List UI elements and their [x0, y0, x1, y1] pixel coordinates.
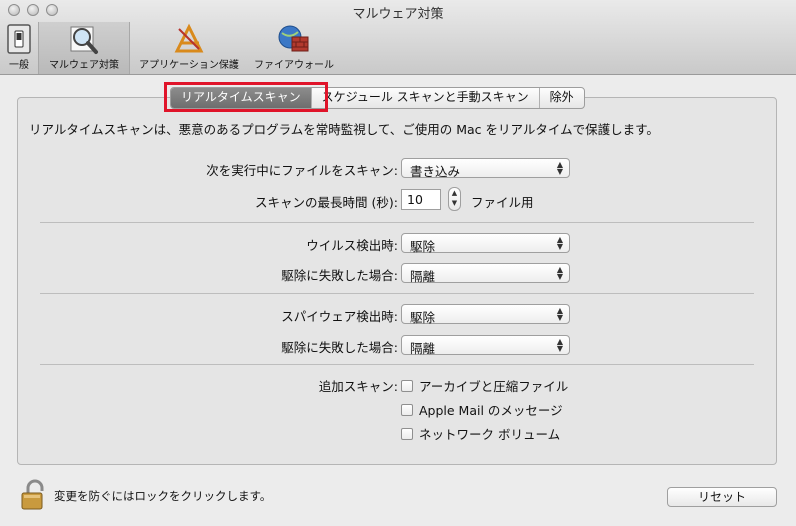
toolbar-label-antimalware: マルウェア対策 — [49, 60, 119, 71]
description-text: リアルタイムスキャンは、悪意のあるプログラムを常時監視して、ご使用の Mac を… — [29, 122, 659, 137]
toolbar-label-firewall: ファイアウォール — [254, 60, 334, 71]
updown-arrows-icon: ▲ ▼ — [556, 306, 563, 322]
max-time-field[interactable]: 10 — [401, 189, 441, 210]
tab-exclusions[interactable]: 除外 — [540, 88, 584, 108]
archives-label: アーカイブと圧縮ファイル — [419, 379, 569, 394]
scan-files-value: 書き込み — [410, 164, 461, 179]
firewall-globe-icon — [278, 25, 309, 52]
updown-arrows-icon: ▲ ▼ — [556, 235, 563, 251]
spyware-fail-label: 駆除に失敗した場合: — [281, 340, 398, 355]
toolbar-label-app-protection: アプリケーション保護 — [139, 60, 239, 71]
network-volumes-checkbox[interactable]: ネットワーク ボリューム — [401, 424, 560, 443]
virus-fail-label: 駆除に失敗した場合: — [281, 268, 398, 283]
spyware-fail-popup[interactable]: 隔離 ▲ ▼ — [401, 335, 570, 356]
app-store-icon — [174, 23, 204, 53]
title-bar: マルウェア対策 一般 マルウェア対策 アプリケーション保護 ファイアウォール — [0, 0, 796, 75]
virus-detect-value: 駆除 — [410, 239, 436, 254]
toolbar-label-general: 一般 — [9, 60, 29, 71]
checkbox-box[interactable] — [401, 379, 413, 392]
spyware-detect-popup[interactable]: 駆除 ▲ ▼ — [401, 304, 570, 325]
toolbar-item-antimalware[interactable]: マルウェア対策 — [38, 22, 130, 74]
divider — [40, 222, 754, 223]
spyware-detect-label: スパイウェア検出時: — [281, 309, 398, 324]
spyware-fail-value: 隔離 — [410, 341, 436, 356]
virus-fail-popup[interactable]: 隔離 ▲ ▼ — [401, 263, 570, 284]
divider — [40, 293, 754, 294]
window-title: マルウェア対策 — [352, 7, 444, 22]
toolbar-item-firewall[interactable]: ファイアウォール — [248, 22, 340, 74]
updown-arrows-icon: ▲ ▼ — [556, 337, 563, 353]
virus-detect-popup[interactable]: 駆除 ▲ ▼ — [401, 233, 570, 254]
max-time-unit: ファイル用 — [471, 195, 534, 210]
scan-files-popup[interactable]: 書き込み ▲ ▼ — [401, 158, 570, 179]
archives-checkbox[interactable]: アーカイブと圧縮ファイル — [401, 376, 568, 395]
scan-files-label: 次を実行中にファイルをスキャン: — [206, 163, 398, 178]
checkbox-box[interactable] — [401, 403, 413, 416]
network-volumes-label: ネットワーク ボリューム — [419, 427, 561, 442]
checkbox-box[interactable] — [401, 427, 413, 440]
preferences-window: マルウェア対策 一般 マルウェア対策 アプリケーション保護 ファイアウォール リ… — [0, 0, 796, 526]
virus-detect-label: ウイルス検出時: — [306, 238, 398, 253]
max-time-label: スキャンの最長時間 (秒): — [255, 195, 398, 210]
magnifier-icon — [70, 26, 98, 54]
lock-icon[interactable] — [20, 479, 48, 511]
apple-mail-checkbox[interactable]: Apple Mail のメッセージ — [401, 400, 563, 419]
updown-arrows-icon: ▲ ▼ — [556, 160, 563, 176]
reset-button[interactable]: リセット — [667, 487, 777, 507]
tab-scheduled-scan[interactable]: スケジュール スキャンと手動スキャン — [312, 88, 540, 108]
toolbar-item-app-protection[interactable]: アプリケーション保護 — [130, 22, 248, 74]
tab-realtime-scan[interactable]: リアルタイムスキャン — [171, 88, 312, 108]
toolbar: 一般 マルウェア対策 アプリケーション保護 ファイアウォール — [0, 22, 340, 74]
spyware-detect-value: 駆除 — [410, 310, 436, 325]
additional-scan-label: 追加スキャン: — [318, 379, 398, 394]
switch-icon — [7, 24, 31, 54]
max-time-stepper[interactable]: ▲ ▼ — [448, 187, 461, 211]
virus-fail-value: 隔離 — [410, 269, 436, 284]
tab-bar: リアルタイムスキャン スケジュール スキャンと手動スキャン 除外 — [170, 87, 585, 109]
toolbar-item-general[interactable]: 一般 — [0, 22, 38, 74]
divider — [40, 364, 754, 365]
apple-mail-label: Apple Mail のメッセージ — [419, 403, 563, 418]
lock-hint-text: 変更を防ぐにはロックをクリックします。 — [54, 489, 272, 503]
updown-arrows-icon: ▲ ▼ — [556, 265, 563, 281]
